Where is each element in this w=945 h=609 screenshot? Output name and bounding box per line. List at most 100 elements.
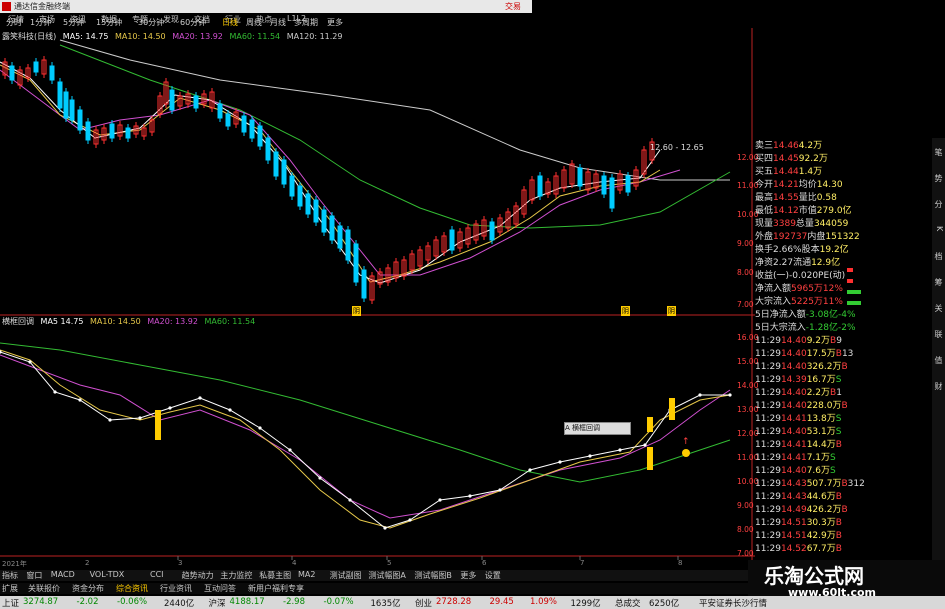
date-label: 3	[178, 559, 183, 567]
indicator-tab[interactable]: 私募主图	[259, 570, 291, 581]
period-tab[interactable]: 1分钟	[30, 17, 51, 28]
date-label: 4	[292, 559, 297, 567]
flow-row: 5日净流入额-3.08亿-4%	[755, 307, 945, 320]
info-tab[interactable]: 新用户福利专享	[248, 583, 304, 594]
tick-price: 14.39	[780, 375, 807, 385]
candle-body	[193, 95, 199, 109]
side-tab[interactable]: K	[933, 226, 944, 231]
tick-side: S	[835, 375, 842, 385]
stat-label: 最低	[755, 206, 774, 216]
tick-volume: 7.1万	[806, 453, 831, 463]
side-tab[interactable]: 联	[933, 330, 944, 338]
ma5-node	[468, 494, 472, 498]
index-chg: 29.45	[489, 597, 514, 607]
tick-row: 11:2914.4017.5万B13	[755, 346, 945, 359]
tick-volume: 14.4万	[806, 440, 836, 450]
tick-row: 11:2914.5142.9万B	[755, 528, 945, 541]
candle-body	[85, 121, 91, 141]
stat-value: 192737	[773, 232, 808, 242]
period-tab[interactable]: 更多	[327, 17, 343, 28]
period-tab[interactable]: 多周期	[294, 17, 318, 28]
info-tab[interactable]: 行业资讯	[160, 583, 192, 594]
tick-volume: 13.8万	[806, 414, 836, 424]
tick-volume: 67.7万	[806, 544, 836, 554]
period-tab[interactable]: 60分钟	[180, 17, 206, 28]
side-tab[interactable]: 笔	[933, 148, 944, 156]
info-tab[interactable]: 互动问答	[204, 583, 236, 594]
tick-volume: 42.9万	[806, 531, 836, 541]
index-pct: -0.06%	[117, 597, 148, 607]
stat-value: 14.21	[773, 180, 799, 190]
tick-volume: 16.7万	[806, 375, 836, 385]
kline-chart[interactable]: ↑	[0, 28, 755, 570]
tick-time: 11:29	[755, 518, 781, 528]
info-tab[interactable]: 综合资讯	[116, 583, 148, 594]
trade-button[interactable]: 交易	[505, 1, 521, 12]
period-tab[interactable]: 分时	[6, 17, 22, 28]
indicator-tab[interactable]: 指标	[2, 570, 18, 581]
ma5-node	[348, 498, 352, 502]
tick-time: 11:29	[755, 479, 781, 489]
tick-side: B	[835, 531, 842, 541]
tick-price: 14.41	[780, 440, 807, 450]
stat-row: 今开14.21均价14.30	[755, 177, 945, 190]
tick-count: 312	[847, 479, 865, 489]
candle-body	[57, 81, 63, 109]
ma5-node	[618, 448, 622, 452]
stat-value: 12.9亿	[811, 258, 841, 268]
indicator-tab[interactable]: 更多	[460, 570, 476, 581]
indicator-tab[interactable]: 测试副图	[330, 570, 362, 581]
side-tab-strip: 笔势分 K 档筹关联值财	[932, 138, 945, 578]
info-tab[interactable]: 资金分布	[72, 583, 104, 594]
period-tab[interactable]: 30分钟	[138, 17, 164, 28]
indicator-tab[interactable]: MA2	[298, 570, 315, 579]
index-pct: -0.07%	[323, 597, 354, 607]
side-tab[interactable]: 势	[933, 174, 944, 182]
tick-volume: 507.7万	[806, 479, 842, 489]
info-tab[interactable]: 关联报价	[28, 583, 60, 594]
stat-label: 今开	[755, 180, 774, 190]
smiley-icon	[682, 449, 690, 457]
stat-row: 最高14.55量比0.58	[755, 190, 945, 203]
tick-price: 14.43	[780, 479, 807, 489]
indicator-tab[interactable]: VOL-TDX	[90, 570, 125, 579]
flow-bar	[847, 290, 861, 294]
tick-time: 11:29	[755, 414, 781, 424]
period-tab[interactable]: 5分钟	[63, 17, 84, 28]
ma5-node	[258, 426, 262, 430]
date-label: 6	[482, 559, 487, 567]
indicator-tab[interactable]: CCI	[150, 570, 164, 579]
candle-body	[353, 243, 359, 283]
signal-bar	[647, 417, 653, 432]
side-tab[interactable]: 值	[933, 356, 944, 364]
quote-price: 14.44	[773, 167, 799, 177]
indicator-tooltip: A 横框回调	[564, 422, 631, 435]
side-tab[interactable]: 财	[933, 382, 944, 390]
period-tab[interactable]: 日线	[222, 17, 238, 28]
indicator-tab[interactable]: 测试幅图B	[414, 570, 452, 581]
indicator-tab[interactable]: 测试幅图A	[368, 570, 405, 581]
indicator-tab[interactable]: 趋势动力	[182, 570, 214, 581]
tick-row: 11:2914.43507.7万B312	[755, 476, 945, 489]
tick-time: 11:29	[755, 440, 781, 450]
indicator-tab[interactable]: 设置	[485, 570, 501, 581]
quote-volume: 1.4万	[798, 167, 823, 177]
tick-side: B	[841, 401, 848, 411]
side-tab[interactable]: 关	[933, 304, 944, 312]
flow-bar	[847, 301, 861, 305]
site-watermark: 乐淘公式网 www.60lt.com	[748, 560, 945, 600]
indicator-tab[interactable]: 主力监控	[220, 570, 252, 581]
indicator-tab[interactable]: MACD	[51, 570, 75, 579]
period-tab[interactable]: 月线	[270, 17, 286, 28]
tick-time: 11:29	[755, 388, 781, 398]
candle-body	[9, 65, 15, 81]
indicator-tab[interactable]: 窗口	[26, 570, 42, 581]
period-tab[interactable]: 周线	[246, 17, 262, 28]
expand-button[interactable]: 扩展	[2, 583, 18, 594]
side-tab[interactable]: 档	[933, 252, 944, 260]
period-tab[interactable]: 15分钟	[96, 17, 122, 28]
side-tab[interactable]: 筹	[933, 278, 944, 286]
side-tab[interactable]: 分	[933, 200, 944, 208]
quote-panel: 卖三14.464.2万 买四14.4592.2万 买五14.441.4万 今开14.2…	[755, 138, 945, 578]
stat-label: 量比	[798, 193, 817, 203]
